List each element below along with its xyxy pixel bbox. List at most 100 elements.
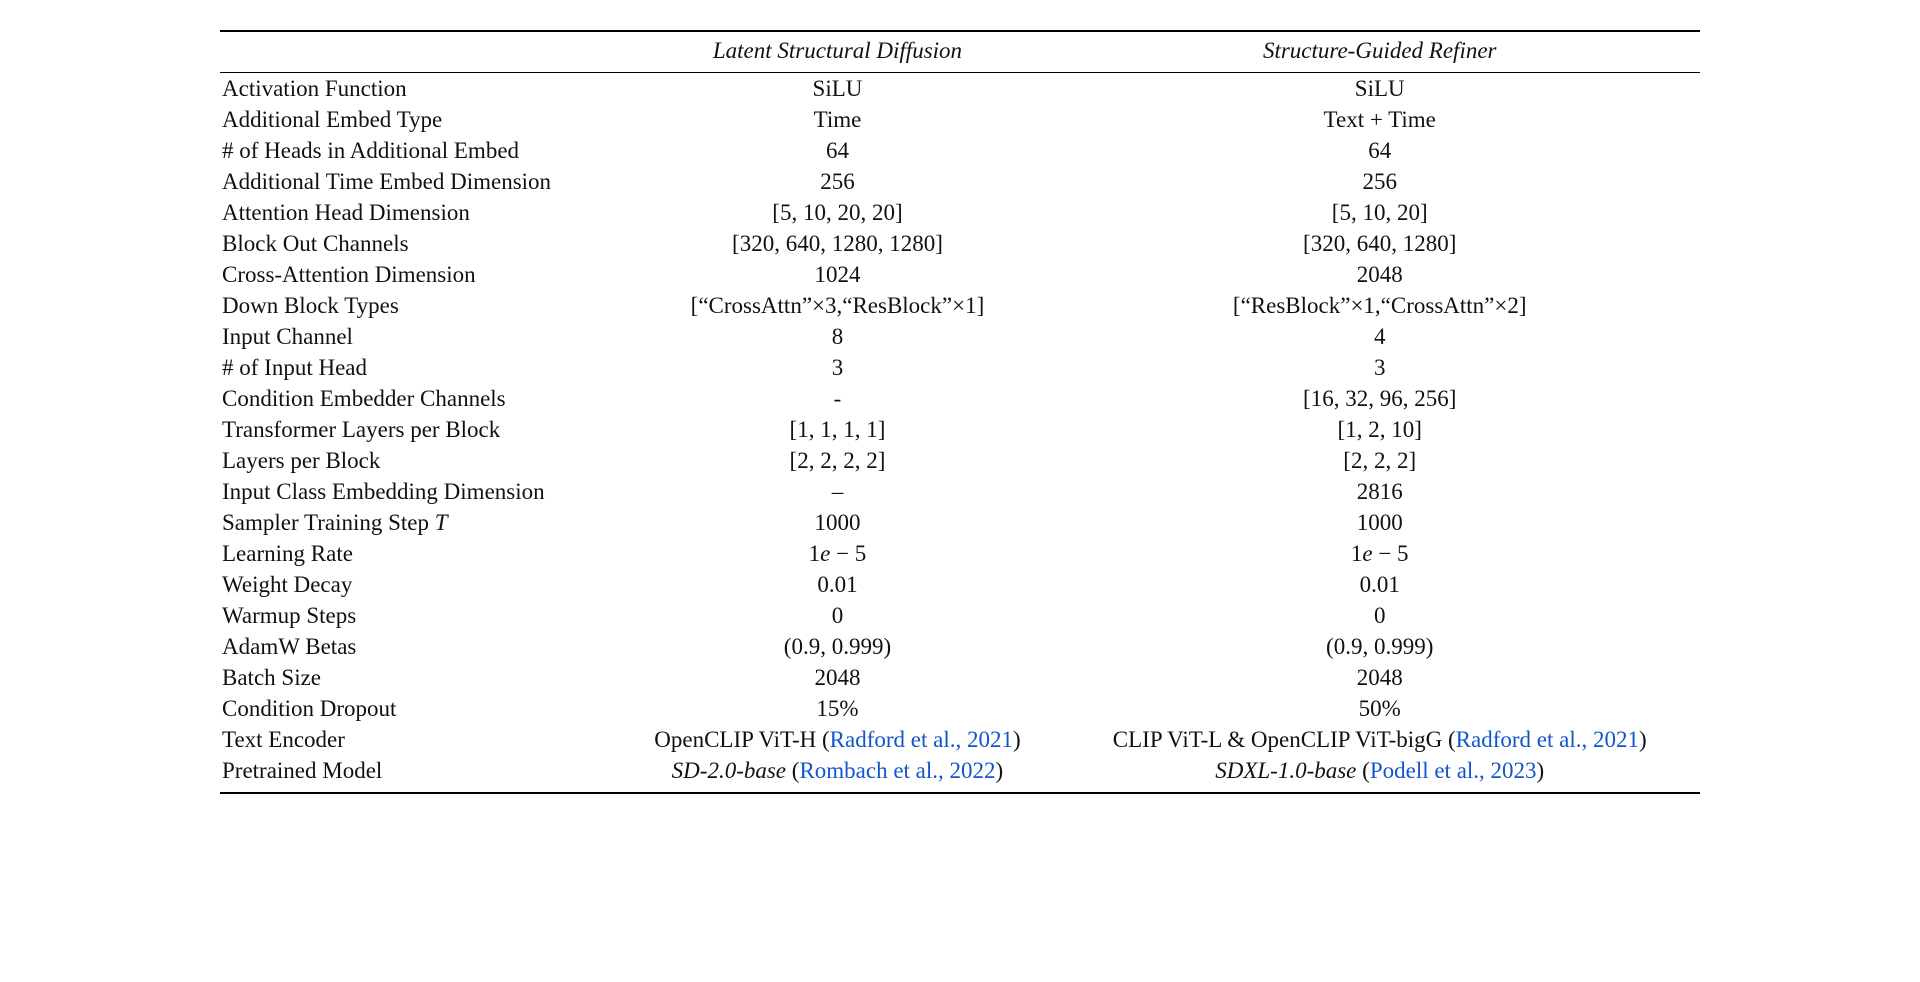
- value-cell-col2: 2816: [1059, 476, 1700, 507]
- param-cell: # of Input Head: [220, 352, 615, 383]
- value-cell-col1: 1000: [615, 507, 1059, 538]
- table-row: Additional Embed TypeTimeText + Time: [220, 104, 1700, 135]
- citation-link[interactable]: Rombach et al., 2022: [799, 758, 995, 783]
- header-col1: Latent Structural Diffusion: [615, 31, 1059, 73]
- param-cell: Weight Decay: [220, 569, 615, 600]
- plain-text: 1: [809, 541, 821, 566]
- param-cell: Text Encoder: [220, 724, 615, 755]
- plain-text: − 5: [1373, 541, 1409, 566]
- table-row: Text EncoderOpenCLIP ViT-H (Radford et a…: [220, 724, 1700, 755]
- header-col2: Structure-Guided Refiner: [1059, 31, 1700, 73]
- value-cell-col2: 0: [1059, 600, 1700, 631]
- value-cell-col2: [2, 2, 2]: [1059, 445, 1700, 476]
- table-row: Condition Dropout15%50%: [220, 693, 1700, 724]
- param-cell: Input Channel: [220, 321, 615, 352]
- param-cell: Layers per Block: [220, 445, 615, 476]
- value-cell-col1: 15%: [615, 693, 1059, 724]
- plain-text: 1: [1351, 541, 1363, 566]
- value-cell-col2: Text + Time: [1059, 104, 1700, 135]
- param-cell: Condition Embedder Channels: [220, 383, 615, 414]
- value-cell-col1: 0.01: [615, 569, 1059, 600]
- table-row: Down Block Types[“CrossAttn”×3,“ResBlock…: [220, 290, 1700, 321]
- param-cell: Warmup Steps: [220, 600, 615, 631]
- value-cell-col1: 0: [615, 600, 1059, 631]
- value-cell-col2: SiLU: [1059, 73, 1700, 105]
- value-cell-col2: 2048: [1059, 662, 1700, 693]
- table-container: Latent Structural Diffusion Structure-Gu…: [210, 20, 1710, 804]
- value-cell-col1: 1024: [615, 259, 1059, 290]
- param-cell: Cross-Attention Dimension: [220, 259, 615, 290]
- table-row: Additional Time Embed Dimension256256: [220, 166, 1700, 197]
- table-header-row: Latent Structural Diffusion Structure-Gu…: [220, 31, 1700, 73]
- param-cell: Additional Time Embed Dimension: [220, 166, 615, 197]
- plain-text: CLIP ViT-L & OpenCLIP ViT-bigG (: [1113, 727, 1456, 752]
- value-cell-col1: (0.9, 0.999): [615, 631, 1059, 662]
- table-row: # of Heads in Additional Embed6464: [220, 135, 1700, 166]
- value-cell-col2: [16, 32, 96, 256]: [1059, 383, 1700, 414]
- plain-text: (: [1356, 758, 1369, 783]
- value-cell-col2: 2048: [1059, 259, 1700, 290]
- table-row: Learning Rate1e − 51e − 5: [220, 538, 1700, 569]
- value-cell-col1: [“CrossAttn”×3,“ResBlock”×1]: [615, 290, 1059, 321]
- value-cell-col1: 1e − 5: [615, 538, 1059, 569]
- math-symbol: T: [435, 510, 448, 535]
- citation-link[interactable]: Radford et al., 2021: [1456, 727, 1639, 752]
- table-row: Input Class Embedding Dimension–2816: [220, 476, 1700, 507]
- plain-text: ): [996, 758, 1004, 783]
- value-cell-col2: (0.9, 0.999): [1059, 631, 1700, 662]
- value-cell-col1: 3: [615, 352, 1059, 383]
- value-cell-col1: [5, 10, 20, 20]: [615, 197, 1059, 228]
- table-row: Weight Decay0.010.01: [220, 569, 1700, 600]
- param-cell: Learning Rate: [220, 538, 615, 569]
- math-symbol: e: [820, 541, 830, 566]
- plain-text: ): [1537, 758, 1545, 783]
- emphasized-text: SDXL-1.0-base: [1215, 758, 1356, 783]
- param-cell: # of Heads in Additional Embed: [220, 135, 615, 166]
- value-cell-col1: [320, 640, 1280, 1280]: [615, 228, 1059, 259]
- value-cell-col1: -: [615, 383, 1059, 414]
- plain-text: (: [786, 758, 799, 783]
- param-cell: Condition Dropout: [220, 693, 615, 724]
- value-cell-col1: OpenCLIP ViT-H (Radford et al., 2021): [615, 724, 1059, 755]
- table-row: Cross-Attention Dimension10242048: [220, 259, 1700, 290]
- table-body: Activation FunctionSiLUSiLUAdditional Em…: [220, 73, 1700, 793]
- value-cell-col1: Time: [615, 104, 1059, 135]
- table-row: Activation FunctionSiLUSiLU: [220, 73, 1700, 105]
- param-cell: AdamW Betas: [220, 631, 615, 662]
- table-row: Condition Embedder Channels-[16, 32, 96,…: [220, 383, 1700, 414]
- value-cell-col2: CLIP ViT-L & OpenCLIP ViT-bigG (Radford …: [1059, 724, 1700, 755]
- table-row: Warmup Steps00: [220, 600, 1700, 631]
- param-cell: Attention Head Dimension: [220, 197, 615, 228]
- table-row: AdamW Betas(0.9, 0.999)(0.9, 0.999): [220, 631, 1700, 662]
- value-cell-col2: 64: [1059, 135, 1700, 166]
- table-row: Sampler Training Step T10001000: [220, 507, 1700, 538]
- value-cell-col1: 64: [615, 135, 1059, 166]
- value-cell-col1: –: [615, 476, 1059, 507]
- citation-link[interactable]: Radford et al., 2021: [830, 727, 1013, 752]
- value-cell-col1: 256: [615, 166, 1059, 197]
- table-row: Pretrained ModelSD-2.0-base (Rombach et …: [220, 755, 1700, 793]
- value-cell-col1: SD-2.0-base (Rombach et al., 2022): [615, 755, 1059, 793]
- param-cell: Batch Size: [220, 662, 615, 693]
- table-row: Block Out Channels[320, 640, 1280, 1280]…: [220, 228, 1700, 259]
- value-cell-col1: SiLU: [615, 73, 1059, 105]
- table-row: Transformer Layers per Block[1, 1, 1, 1]…: [220, 414, 1700, 445]
- value-cell-col2: 0.01: [1059, 569, 1700, 600]
- value-cell-col2: 4: [1059, 321, 1700, 352]
- table-row: Layers per Block[2, 2, 2, 2][2, 2, 2]: [220, 445, 1700, 476]
- table-row: Input Channel84: [220, 321, 1700, 352]
- param-cell: Additional Embed Type: [220, 104, 615, 135]
- plain-text: OpenCLIP ViT-H (: [654, 727, 829, 752]
- value-cell-col2: 50%: [1059, 693, 1700, 724]
- table-row: # of Input Head33: [220, 352, 1700, 383]
- plain-text: − 5: [830, 541, 866, 566]
- plain-text: ): [1639, 727, 1647, 752]
- citation-link[interactable]: Podell et al., 2023: [1370, 758, 1537, 783]
- value-cell-col1: 2048: [615, 662, 1059, 693]
- hyperparameter-table: Latent Structural Diffusion Structure-Gu…: [220, 30, 1700, 794]
- value-cell-col1: [1, 1, 1, 1]: [615, 414, 1059, 445]
- param-cell: Down Block Types: [220, 290, 615, 321]
- header-empty: [220, 31, 615, 73]
- math-symbol: e: [1362, 541, 1372, 566]
- value-cell-col1: 8: [615, 321, 1059, 352]
